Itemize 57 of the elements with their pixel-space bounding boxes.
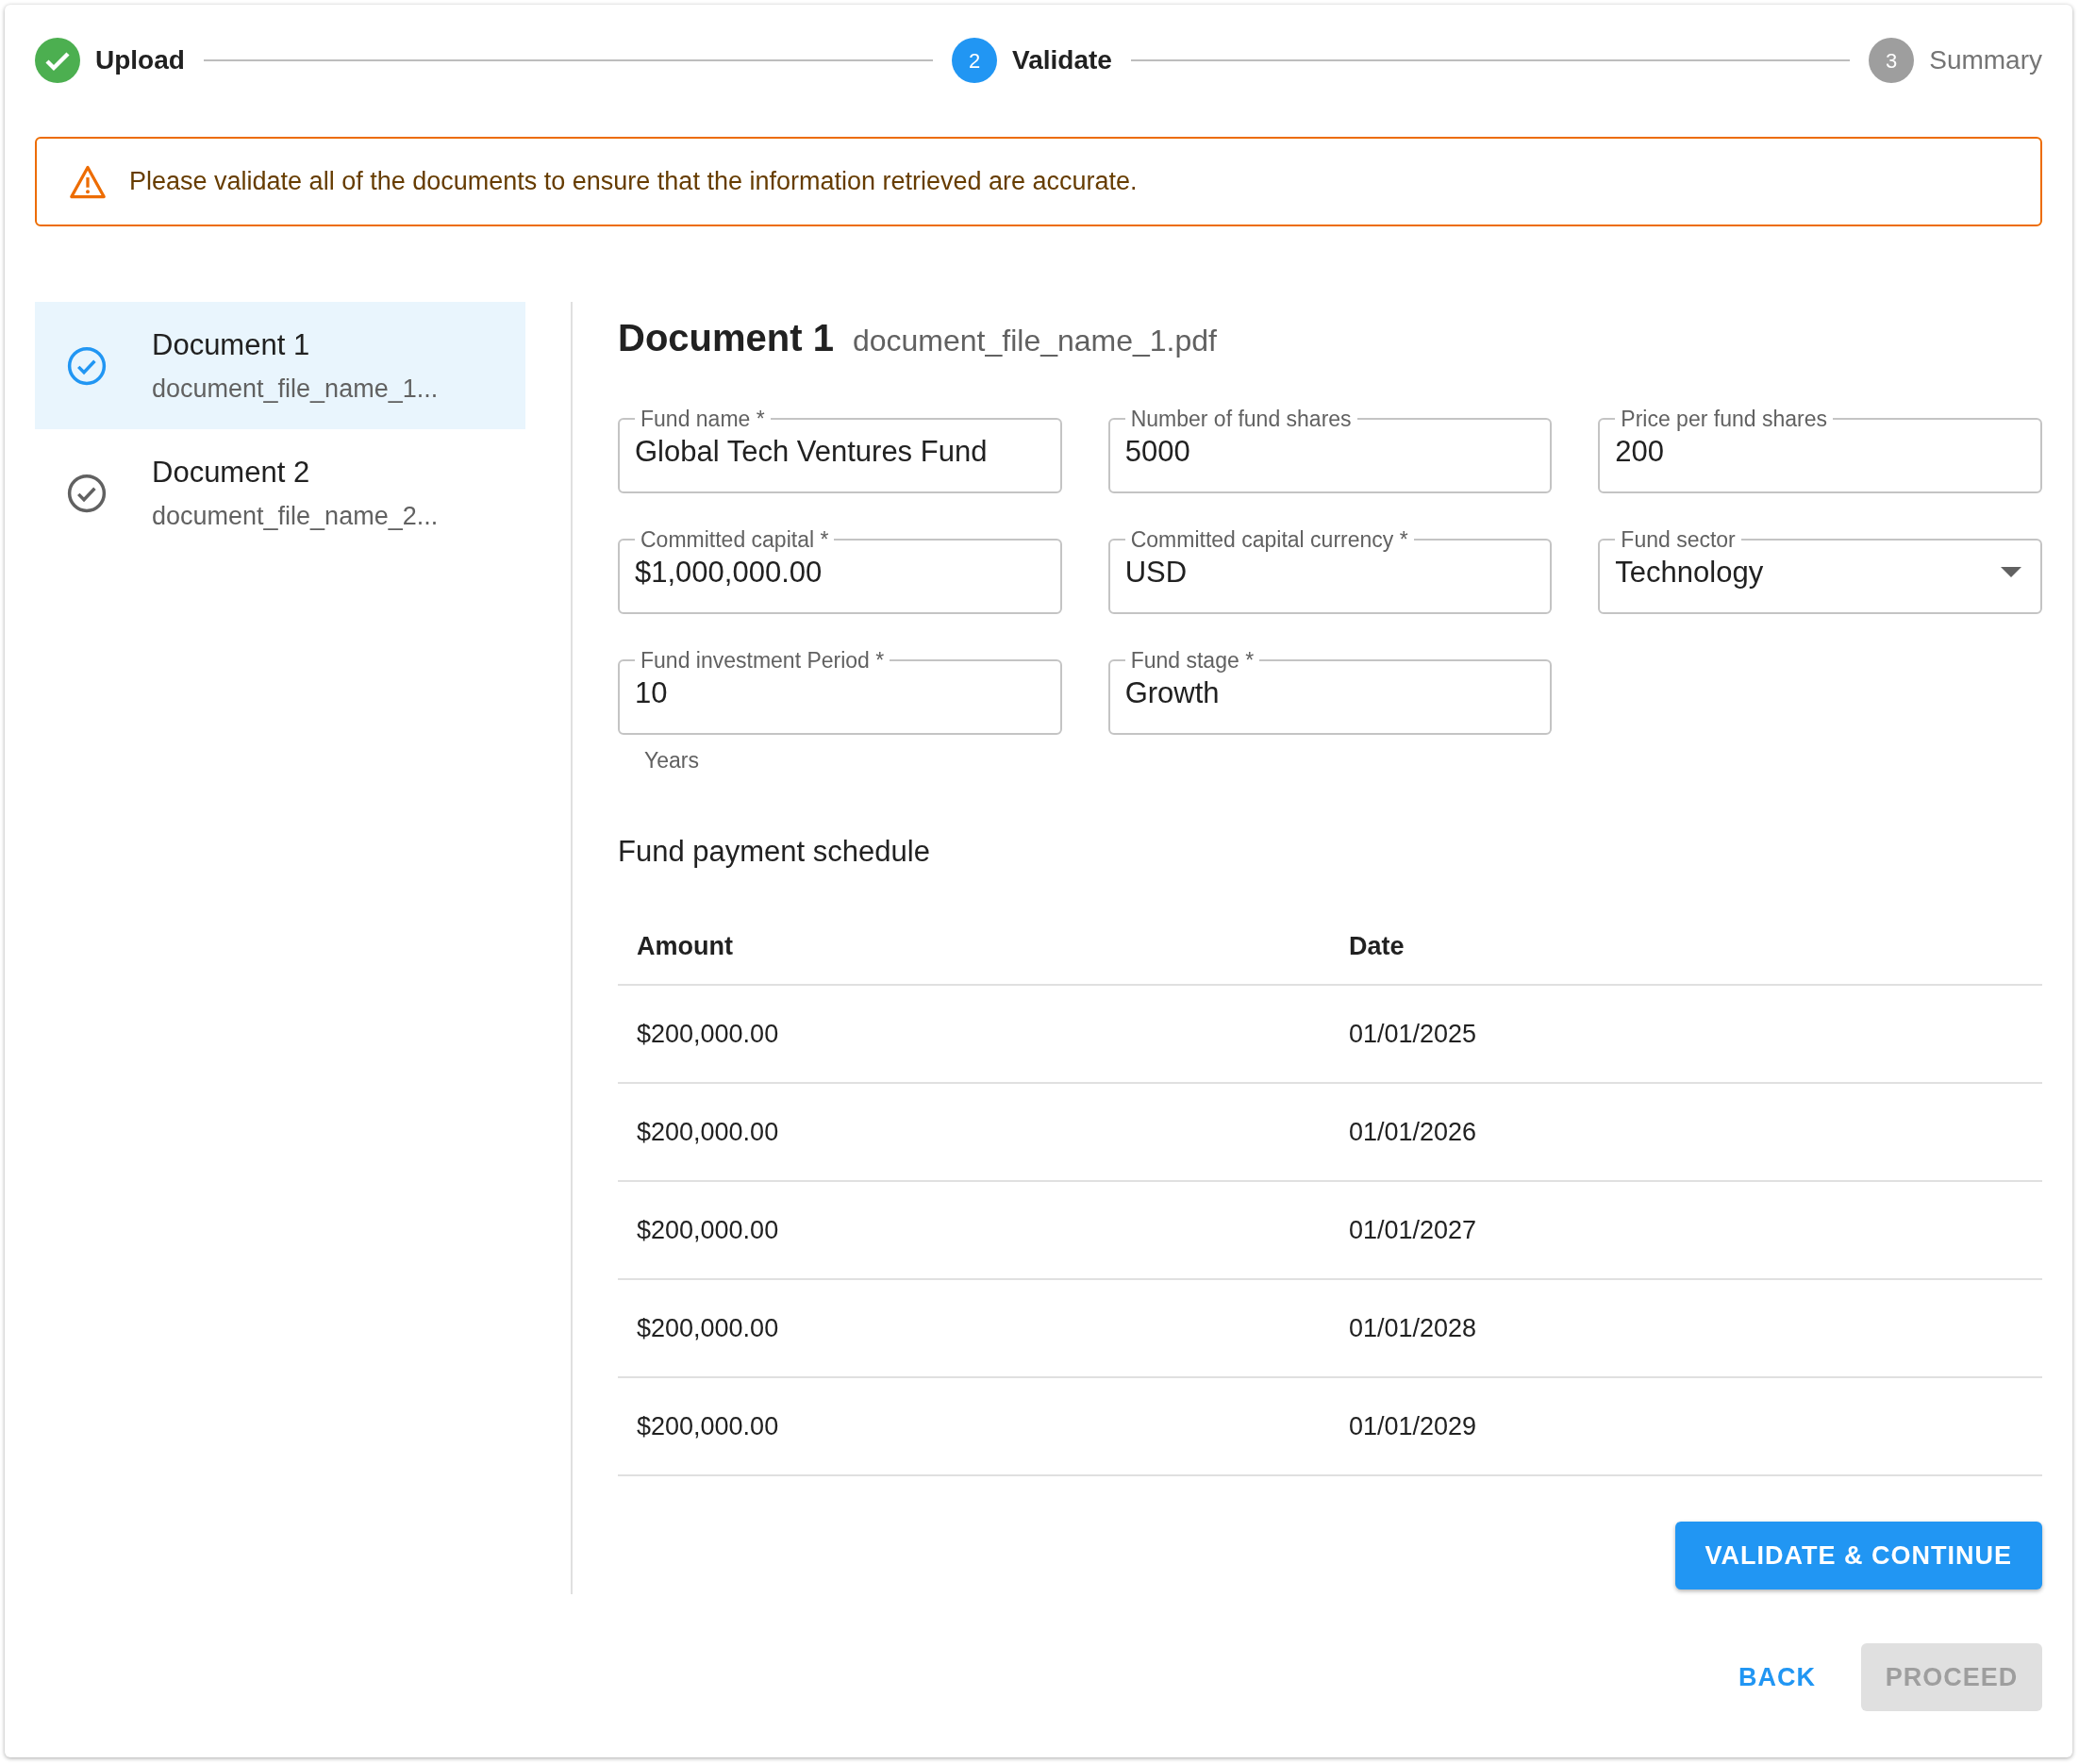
field-label: Fund name * xyxy=(640,408,766,430)
select-field[interactable]: Fund sector Technology xyxy=(1598,528,2042,614)
check-circle-icon xyxy=(67,473,107,513)
field-value: 200 xyxy=(1615,434,1666,470)
table-cell-text: $200,000.00 xyxy=(637,1116,780,1148)
step-label: Validate xyxy=(1012,44,1112,76)
form-title: Document 1 xyxy=(618,316,834,360)
input-field[interactable]: Fund name * Global Tech Ventures Fund xyxy=(618,408,1062,493)
table-cell-text: $200,000.00 xyxy=(637,1018,780,1050)
section-title: Fund payment schedule xyxy=(618,833,931,870)
column-header: Date xyxy=(1349,931,1405,963)
input-field[interactable]: Committed capital currency * USD xyxy=(1107,528,1553,614)
form-filename: document_file_name_1.pdf xyxy=(852,323,1217,359)
warning-icon xyxy=(69,164,107,199)
input-field[interactable]: Number of fund shares 5000 xyxy=(1107,408,1553,493)
table-cell-text: 01/01/2026 xyxy=(1349,1116,1478,1148)
field-label: Fund sector xyxy=(1620,528,1737,551)
step-number: 2 xyxy=(952,38,998,83)
check-circle-icon xyxy=(67,345,107,386)
check-circle-icon xyxy=(35,38,80,83)
field-value: Technology xyxy=(1615,555,1765,591)
field-label: Number of fund shares xyxy=(1129,408,1353,430)
document-title: Document 1 xyxy=(152,327,311,363)
field-label: Committed capital * xyxy=(640,528,830,551)
table-cell-text: 01/01/2027 xyxy=(1349,1214,1478,1246)
document-item[interactable]: Document 2 document_file_name_2... xyxy=(35,429,525,557)
table-cell-text: $200,000.00 xyxy=(637,1410,780,1442)
field-label: Fund stage * xyxy=(1129,649,1256,672)
alert-message: Please validate all of the documents to ensure that the information retrieved are accurate. xyxy=(129,166,1138,198)
document-filename: document_file_name_2... xyxy=(152,500,439,532)
helper-text: Years xyxy=(644,747,699,774)
dropdown-caret-icon xyxy=(2001,567,2021,579)
field-value: $1,000,000.00 xyxy=(635,555,823,591)
field-value: Global Tech Ventures Fund xyxy=(635,434,989,470)
step-number: 3 xyxy=(1869,38,1915,83)
field-label: Committed capital currency * xyxy=(1129,528,1409,551)
field-value: USD xyxy=(1124,555,1189,591)
table-cell-text: 01/01/2025 xyxy=(1349,1018,1478,1050)
table-cell-text: 01/01/2029 xyxy=(1349,1410,1478,1442)
column-header: Amount xyxy=(637,931,734,963)
input-field[interactable]: Price per fund shares 200 xyxy=(1598,408,2042,493)
field-label: Fund investment Period * xyxy=(640,649,886,672)
input-field[interactable]: Committed capital * $1,000,000.00 xyxy=(618,528,1062,614)
input-field[interactable]: Fund investment Period * 10 xyxy=(618,649,1062,735)
document-item[interactable]: Document 1 document_file_name_1... xyxy=(35,302,525,429)
step-label: Upload xyxy=(95,44,185,76)
field-label: Price per fund shares xyxy=(1620,408,1828,430)
table-cell-text: $200,000.00 xyxy=(637,1214,780,1246)
document-filename: document_file_name_1... xyxy=(152,373,439,405)
table-cell-text: 01/01/2028 xyxy=(1349,1312,1478,1344)
field-value: Growth xyxy=(1124,675,1221,711)
step-label: Summary xyxy=(1929,44,2042,76)
input-field[interactable]: Fund stage * Growth xyxy=(1107,649,1553,735)
table-cell-text: $200,000.00 xyxy=(637,1312,780,1344)
field-value: 10 xyxy=(635,675,669,711)
document-title: Document 2 xyxy=(152,455,311,491)
field-value: 5000 xyxy=(1124,434,1191,470)
